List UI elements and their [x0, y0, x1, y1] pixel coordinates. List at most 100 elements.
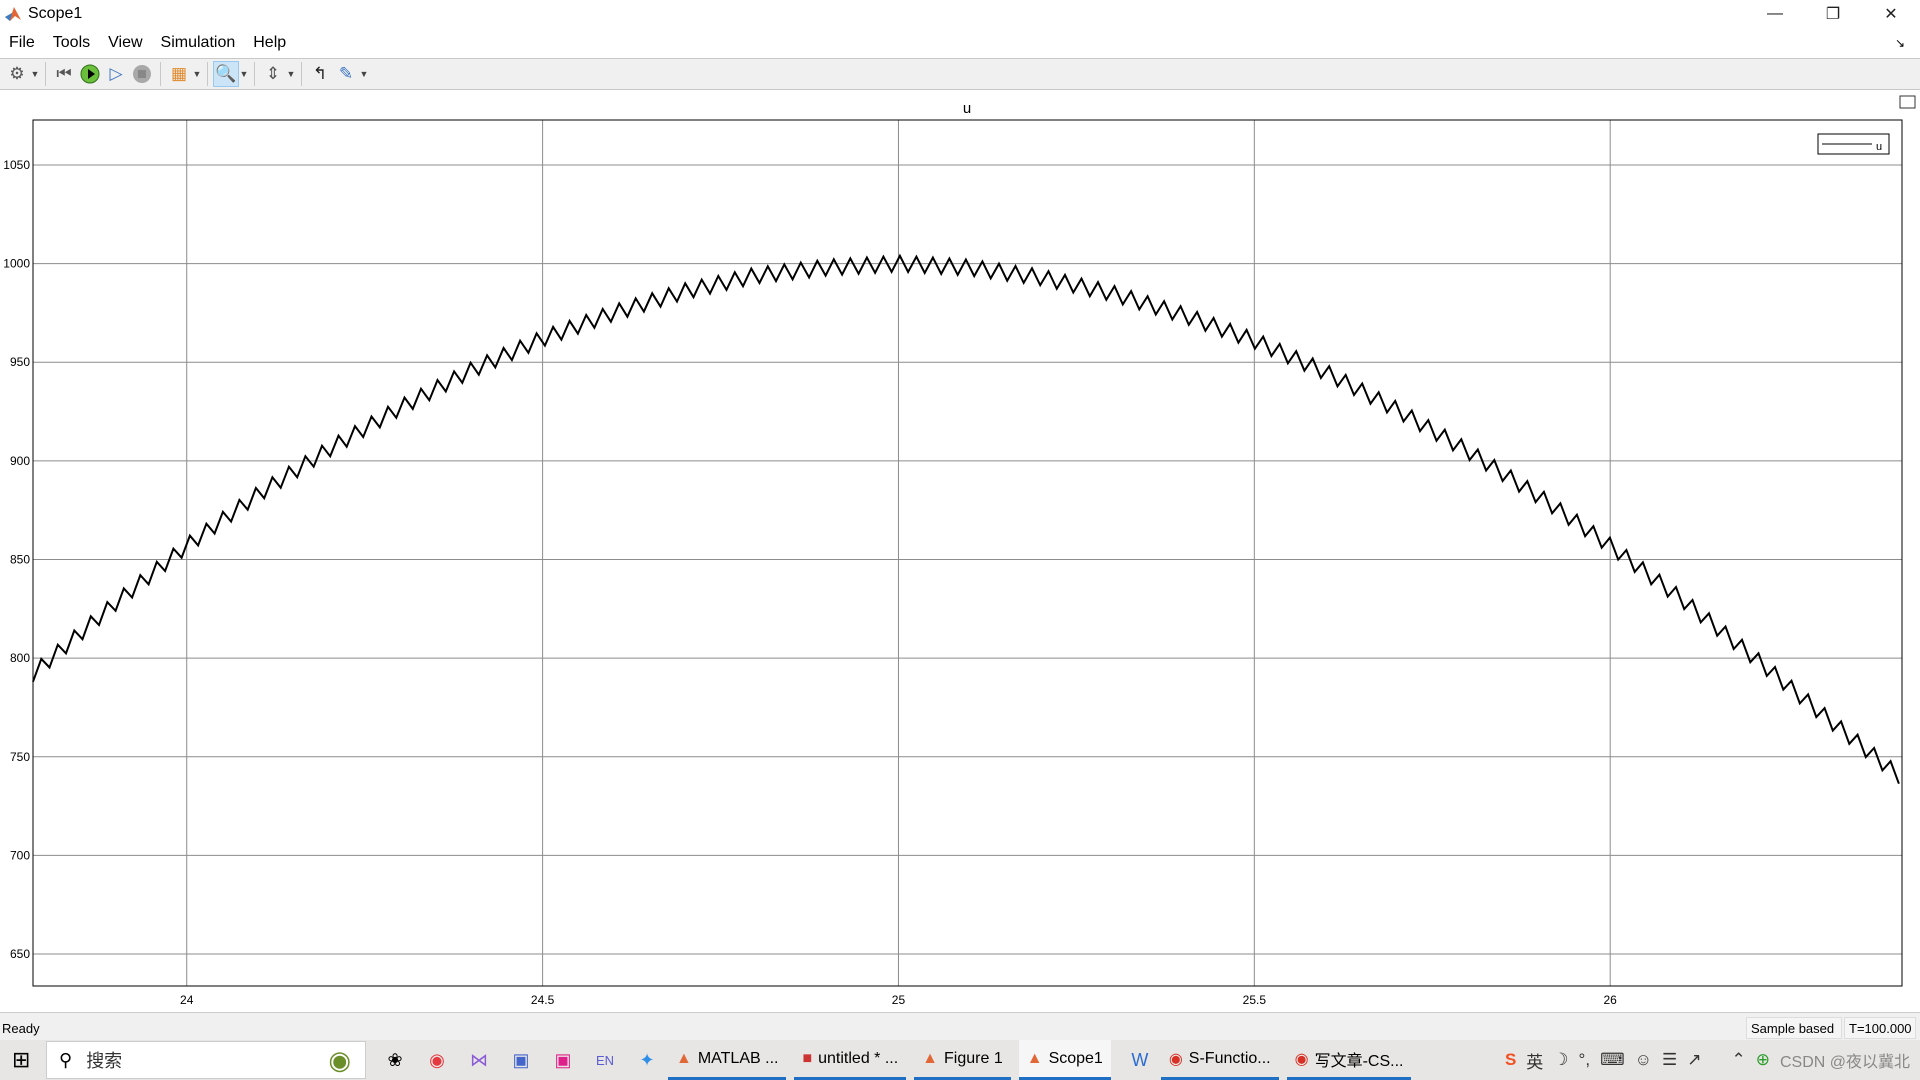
- measure-icon[interactable]: ✎: [333, 61, 359, 87]
- stop-icon[interactable]: [129, 61, 155, 87]
- y-tick-label: 950: [10, 355, 30, 369]
- taskbar: ⊞ ⚲ 搜索 ◉ ❀ ◉ ⋈ ▣ ▣ EN ✦ ▲ MATLAB ... ■ unt…: [0, 1040, 1920, 1080]
- intellij-icon[interactable]: ▣: [542, 1050, 584, 1071]
- taskbar-app-chrome-csdn[interactable]: ◉ 写文章-CS...: [1286, 1040, 1412, 1080]
- system-tray: S 英 ☽ °, ⌨ ☺ ☰ ↗ ⌃ ⊕ CSDN @夜以冀北: [1505, 1048, 1910, 1073]
- x-tick-label: 24.5: [531, 993, 555, 1007]
- y-tick-label: 800: [10, 651, 30, 665]
- menu-view[interactable]: View: [99, 34, 151, 52]
- chevron-down-icon[interactable]: ▼: [239, 69, 249, 79]
- scope-plot-area: u 24 24.5 25 25.5 26 650 700 750 800 850 900 950 100…: [0, 90, 1920, 1012]
- en-dictionary-icon[interactable]: EN: [584, 1053, 626, 1068]
- windows-start-icon[interactable]: ⊞: [12, 1047, 30, 1073]
- matlab-icon: ▲: [676, 1049, 692, 1067]
- x-tick-label: 26: [1604, 993, 1618, 1007]
- x-tick-label: 25: [892, 993, 906, 1007]
- sim-time: T=100.000: [1844, 1017, 1916, 1039]
- divider: [45, 62, 46, 86]
- ime-language[interactable]: 英: [1526, 1048, 1543, 1073]
- word-icon[interactable]: W: [1119, 1050, 1161, 1071]
- highlight-icon[interactable]: ↰: [307, 61, 333, 87]
- chevron-up-icon[interactable]: ⌃: [1731, 1050, 1745, 1070]
- chevron-down-icon[interactable]: ▼: [192, 69, 202, 79]
- y-tick-label: 700: [10, 848, 30, 862]
- sogou-ime-icon[interactable]: S: [1505, 1050, 1516, 1070]
- app-label: Scope1: [1048, 1049, 1103, 1067]
- menu-icon[interactable]: ☰: [1662, 1050, 1677, 1070]
- keyboard-icon[interactable]: ⌨: [1600, 1050, 1625, 1070]
- sample-mode: Sample based: [1746, 1017, 1842, 1039]
- y-tick-label: 750: [10, 750, 30, 764]
- zoom-in-icon[interactable]: 🔍: [213, 61, 239, 87]
- undock-arrow-icon[interactable]: ↘: [1886, 36, 1914, 50]
- title-bar: Scope1 — ❐ ✕: [0, 0, 1920, 28]
- gear-icon[interactable]: ⚙: [4, 61, 30, 87]
- taskbar-search[interactable]: ⚲ 搜索 ◉: [46, 1041, 366, 1079]
- rewind-icon[interactable]: ⏮: [51, 61, 77, 87]
- matlab-logo-icon: [5, 7, 21, 21]
- search-icon: ⚲: [59, 1049, 73, 1070]
- toolbar: ⚙ ▼ ⏮ ▷ ▦ ▼ 🔍 ▼ ⇕ ▼ ↰ ✎ ▼: [0, 58, 1920, 90]
- app-label: MATLAB ...: [697, 1049, 779, 1067]
- taskbar-app-untitled[interactable]: ■ untitled * ...: [794, 1040, 907, 1080]
- taskbar-app-figure1[interactable]: ▲ Figure 1: [914, 1040, 1011, 1080]
- divider: [160, 62, 161, 86]
- feishu-icon[interactable]: ✦: [626, 1050, 668, 1071]
- x-tick-label: 24: [180, 993, 194, 1007]
- search-placeholder: 搜索: [86, 1051, 123, 1071]
- chevron-down-icon[interactable]: ▼: [286, 69, 296, 79]
- step-forward-icon[interactable]: ▷: [103, 61, 129, 87]
- app-label: S-Functio...: [1188, 1049, 1271, 1067]
- app-label: Figure 1: [944, 1049, 1003, 1067]
- visual-studio-icon[interactable]: ⋈: [458, 1050, 500, 1071]
- scope-icon: ▲: [1026, 1049, 1043, 1067]
- chevron-down-icon[interactable]: ▼: [359, 69, 369, 79]
- run-icon[interactable]: [77, 61, 103, 87]
- restore-button[interactable]: ❐: [1804, 0, 1862, 28]
- scope-chart[interactable]: u 24 24.5 25 25.5 26 650 700 750 800 850 900 950 100…: [0, 90, 1920, 1012]
- figure-icon: ▲: [922, 1049, 939, 1067]
- undock-axes-icon[interactable]: [1899, 95, 1916, 109]
- punctuation-icon[interactable]: °,: [1579, 1050, 1591, 1070]
- taskbar-app-chrome-sfunction[interactable]: ◉ S-Functio...: [1160, 1040, 1279, 1080]
- legend[interactable]: u: [1817, 133, 1890, 155]
- taskbar-app-scope1[interactable]: ▲ Scope1: [1018, 1040, 1111, 1080]
- y-tick-label: 650: [10, 947, 30, 961]
- share-icon[interactable]: ↗: [1687, 1050, 1701, 1070]
- app-label: 写文章-CS...: [1314, 1052, 1404, 1070]
- axes-box: [32, 119, 1903, 987]
- app-label: untitled * ...: [818, 1049, 899, 1067]
- menu-file[interactable]: File: [0, 34, 44, 52]
- fan-app-icon[interactable]: ❀: [374, 1050, 416, 1071]
- y-tick-label: 1050: [3, 158, 30, 172]
- chevron-down-icon[interactable]: ▼: [30, 69, 40, 79]
- close-button[interactable]: ✕: [1862, 0, 1920, 28]
- chart-title: u: [963, 100, 971, 117]
- y-tick-label: 850: [10, 553, 30, 567]
- signal-hierarchy-icon[interactable]: ▦: [166, 61, 192, 87]
- menu-tools[interactable]: Tools: [44, 34, 99, 52]
- user-icon[interactable]: ☺: [1635, 1050, 1652, 1070]
- watermark: CSDN @夜以冀北: [1779, 1054, 1910, 1071]
- security-icon[interactable]: ⊕: [1756, 1050, 1770, 1070]
- series-line-u: [32, 253, 1900, 785]
- divider: [301, 62, 302, 86]
- chrome-icon: ◉: [1168, 1050, 1183, 1068]
- goland-icon[interactable]: ▣: [500, 1050, 542, 1071]
- x-tick-label: 25.5: [1243, 993, 1267, 1007]
- netease-music-icon[interactable]: ◉: [416, 1050, 458, 1071]
- menu-help[interactable]: Help: [244, 34, 295, 52]
- menu-simulation[interactable]: Simulation: [152, 34, 245, 52]
- window-title: Scope1: [28, 5, 83, 22]
- status-text: Ready: [2, 1021, 40, 1036]
- minimize-button[interactable]: —: [1746, 0, 1804, 28]
- status-bar: Ready Sample based T=100.000: [0, 1012, 1920, 1040]
- moon-icon[interactable]: ☽: [1553, 1050, 1568, 1070]
- scale-axes-icon[interactable]: ⇕: [260, 61, 286, 87]
- y-tick-label: 900: [10, 454, 30, 468]
- simulink-icon: ■: [802, 1049, 813, 1067]
- legend-label: u: [1876, 141, 1882, 153]
- menu-bar: File Tools View Simulation Help ↘: [0, 30, 1920, 56]
- avocado-icon: ◉: [328, 1044, 351, 1075]
- taskbar-app-matlab[interactable]: ▲ MATLAB ...: [668, 1040, 787, 1080]
